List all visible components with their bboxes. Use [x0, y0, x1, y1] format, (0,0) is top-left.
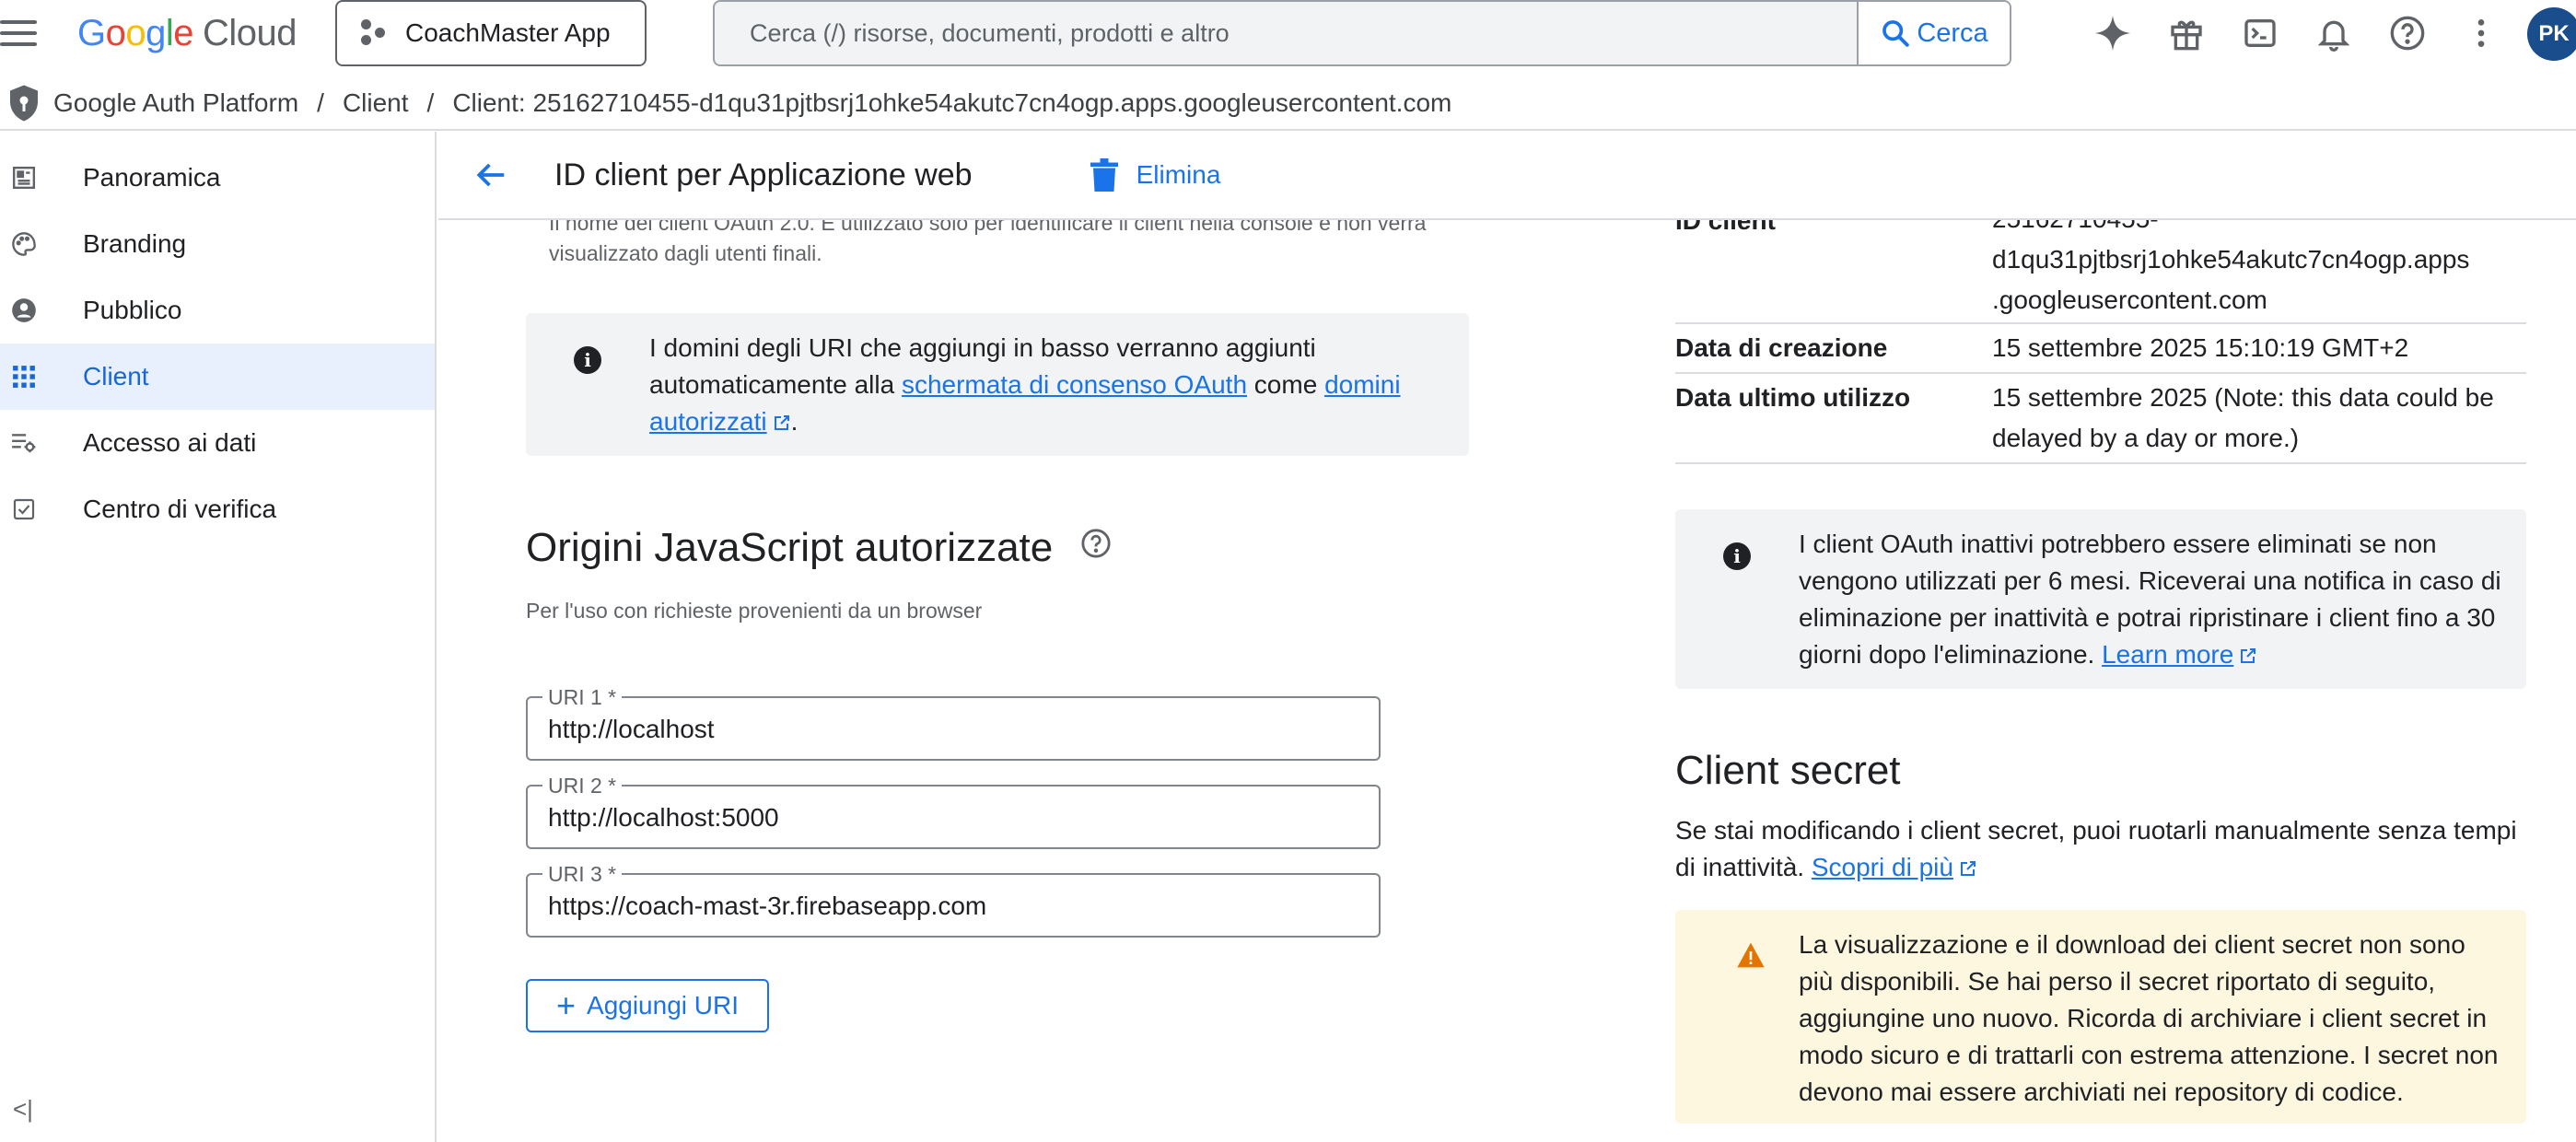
- delete-button[interactable]: Elimina: [1090, 158, 1221, 192]
- sidebar-item-label: Panoramica: [83, 163, 221, 192]
- sidebar-item-branding[interactable]: Branding: [0, 211, 435, 277]
- created-value: 15 settembre 2025 15:10:19 GMT+2: [1992, 333, 2409, 362]
- project-name: CoachMaster App: [405, 18, 611, 47]
- trash-icon: [1090, 158, 1118, 192]
- external-link-icon: [774, 415, 789, 430]
- uri-input-3[interactable]: [548, 888, 1358, 925]
- add-uri-button[interactable]: + Aggiungi URI: [526, 979, 769, 1032]
- breadcrumb-item-current: Client: 25162710455-d1qu31pjtbsrj1ohke54…: [452, 88, 1452, 117]
- top-app-bar: GoogleCloud CoachMaster App Cerca PK: [0, 0, 2576, 77]
- cloud-shell-icon[interactable]: [2240, 13, 2280, 53]
- client-secret-description: Se stai modificando i client secret, puo…: [1675, 816, 2517, 881]
- account-circle-icon: [11, 297, 37, 323]
- last-used-row: Data ultimo utilizzo 15 settembre 2025 (…: [1675, 374, 2526, 464]
- shield-icon: [10, 85, 38, 122]
- uri-input-1[interactable]: [548, 711, 1358, 748]
- sidebar-item-label: Branding: [83, 229, 187, 258]
- js-origins-subtitle: Per l'uso con richieste provenienti da u…: [526, 599, 983, 623]
- uri-field-1: URI 1 *: [526, 685, 1381, 761]
- verified-checkbox-icon: [11, 496, 37, 522]
- learn-more-link[interactable]: Scopri di più: [1812, 853, 1977, 881]
- uri-field-2: URI 2 *: [526, 774, 1381, 849]
- sidebar-item-label: Centro di verifica: [83, 495, 277, 523]
- warning-icon: [1737, 942, 1765, 968]
- breadcrumb-separator: /: [426, 88, 435, 117]
- client-secret-warning: La visualizzazione e il download dei cli…: [1675, 910, 2526, 1124]
- sidebar-item-label: Pubblico: [83, 296, 182, 324]
- last-used-label: Data ultimo utilizzo: [1675, 383, 1911, 412]
- external-link-icon: [2241, 648, 2256, 663]
- more-vert-icon[interactable]: [2461, 13, 2501, 53]
- palette-icon: [11, 231, 37, 257]
- consent-screen-link[interactable]: schermata di consenso OAuth: [902, 370, 1247, 399]
- domains-info-text: I domini degli URI che aggiungi in basso…: [649, 333, 1401, 436]
- uri-input-2[interactable]: [548, 799, 1358, 836]
- sidebar-item-label: Accesso ai dati: [83, 428, 257, 457]
- plus-icon: +: [555, 986, 577, 1024]
- breadcrumb: Google Auth Platform / Client / Client: …: [0, 77, 2576, 131]
- project-icon: [361, 19, 389, 47]
- created-row: Data di creazione 15 settembre 2025 15:1…: [1675, 324, 2526, 374]
- google-cloud-logo[interactable]: Google Cloud: [77, 9, 297, 57]
- menu-icon[interactable]: [0, 20, 37, 48]
- search-input[interactable]: [715, 2, 1857, 64]
- add-uri-label: Aggiungi URI: [587, 991, 739, 1020]
- help-icon[interactable]: [2387, 13, 2428, 53]
- gemini-sparkle-icon[interactable]: [2092, 13, 2133, 53]
- inactive-clients-text: I client OAuth inattivi potrebbero esser…: [1799, 530, 2501, 669]
- search-button[interactable]: Cerca: [1857, 2, 2010, 64]
- page-header: ID client per Applicazione web Elimina: [438, 132, 2576, 220]
- sidebar: Panoramica Branding Pubblico Client Acce…: [0, 132, 437, 1142]
- search-button-label: Cerca: [1917, 17, 1988, 48]
- uri-field-label: URI 1 *: [542, 685, 623, 709]
- sidebar-item-panoramica[interactable]: Panoramica: [0, 145, 435, 211]
- gift-icon[interactable]: [2166, 13, 2207, 53]
- breadcrumb-item-client[interactable]: Client: [343, 88, 409, 118]
- sidebar-item-centro-verifica[interactable]: Centro di verifica: [0, 476, 435, 542]
- search-icon: [1882, 20, 1910, 47]
- sidebar-item-pubblico[interactable]: Pubblico: [0, 277, 435, 344]
- last-used-value: 15 settembre 2025 (Note: this data could…: [1992, 383, 2494, 452]
- inactive-clients-info-box: i I client OAuth inattivi potrebbero ess…: [1675, 509, 2526, 689]
- help-icon[interactable]: [1080, 528, 1112, 559]
- page-title: ID client per Applicazione web: [554, 157, 973, 192]
- data-settings-icon: [11, 430, 37, 456]
- info-icon: i: [574, 346, 601, 374]
- dashboard-icon: [11, 165, 37, 191]
- sidebar-item-client[interactable]: Client: [0, 344, 435, 410]
- search-bar: Cerca: [713, 0, 2011, 66]
- apps-grid-icon: [11, 364, 37, 390]
- js-origins-title: Origini JavaScript autorizzate: [526, 525, 1112, 571]
- delete-button-label: Elimina: [1136, 160, 1221, 189]
- created-label: Data di creazione: [1675, 333, 1888, 362]
- back-arrow-icon[interactable]: [473, 157, 510, 193]
- breadcrumb-item-auth-platform[interactable]: Google Auth Platform: [53, 88, 298, 118]
- project-picker-button[interactable]: CoachMaster App: [335, 0, 647, 66]
- external-link-icon: [1960, 861, 1976, 876]
- sidebar-item-accesso-dati[interactable]: Accesso ai dati: [0, 410, 435, 476]
- collapse-sidebar-icon[interactable]: <|: [13, 1095, 33, 1124]
- info-icon: i: [1723, 542, 1751, 570]
- breadcrumb-separator: /: [317, 88, 324, 117]
- domains-info-box: i I domini degli URI che aggiungi in bas…: [526, 313, 1469, 456]
- uri-field-label: URI 2 *: [542, 774, 623, 798]
- avatar[interactable]: PK: [2527, 7, 2576, 61]
- uri-field-label: URI 3 *: [542, 862, 623, 886]
- client-secret-title: Client secret: [1675, 748, 1901, 793]
- sidebar-item-label: Client: [83, 362, 149, 390]
- notifications-bell-icon[interactable]: [2314, 13, 2354, 53]
- warning-text: La visualizzazione e il download dei cli…: [1799, 930, 2499, 1106]
- learn-more-link[interactable]: Learn more: [2102, 640, 2257, 669]
- uri-field-3: URI 3 *: [526, 862, 1381, 938]
